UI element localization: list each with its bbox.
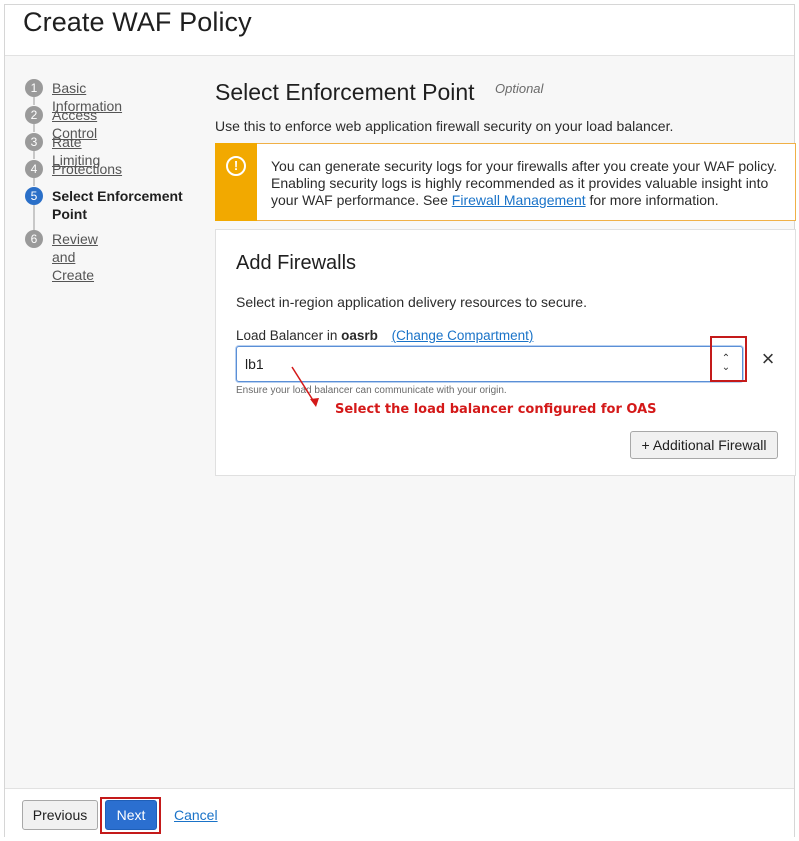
- change-compartment-link[interactable]: (Change Compartment): [392, 328, 534, 343]
- annotation-text: Select the load balancer configured for …: [335, 402, 657, 417]
- step-number: 5: [25, 187, 43, 205]
- page-title: Create WAF Policy: [23, 7, 252, 37]
- load-balancer-label: Load Balancer in oasrb (Change Compartme…: [236, 328, 533, 343]
- step-number: 2: [25, 106, 43, 124]
- card-title: Add Firewalls: [236, 252, 357, 274]
- remove-firewall-icon[interactable]: ×: [758, 348, 778, 370]
- alert-stripe: !: [215, 143, 257, 221]
- highlight-box: [710, 336, 747, 382]
- previous-button[interactable]: Previous: [22, 800, 98, 830]
- cancel-link[interactable]: Cancel: [174, 807, 218, 823]
- additional-firewall-button[interactable]: + Additional Firewall: [630, 431, 778, 459]
- step-number: 4: [25, 160, 43, 178]
- firewall-management-link[interactable]: Firewall Management: [452, 192, 586, 208]
- step-number: 1: [25, 79, 43, 97]
- step-label[interactable]: Review and Create: [52, 230, 98, 284]
- optional-tag: Optional: [495, 81, 544, 96]
- step-number: 6: [25, 230, 43, 248]
- step-connector: [33, 178, 35, 186]
- section-title: Select Enforcement Point: [215, 79, 475, 105]
- alert-text: You can generate security logs for your …: [271, 158, 791, 209]
- section-description: Use this to enforce web application fire…: [215, 118, 674, 134]
- step-number: 3: [25, 133, 43, 151]
- alert-text-after: for more information.: [585, 192, 719, 208]
- compartment-name: oasrb: [341, 328, 378, 343]
- panel-footer: Previous Next Cancel: [5, 788, 794, 837]
- step-label[interactable]: Protections: [52, 160, 122, 178]
- field-label-text: Load Balancer in: [236, 328, 342, 343]
- annotation-arrow: [291, 366, 319, 407]
- panel-header: Create WAF Policy: [5, 5, 794, 56]
- field-hint: Ensure your load balancer can communicat…: [236, 385, 507, 396]
- step-label-current: Select Enforcement Point: [52, 188, 183, 222]
- warning-icon: !: [226, 156, 246, 176]
- step-select-enforcement-point: 5 Select Enforcement Point: [25, 187, 192, 223]
- add-firewalls-card: Add Firewalls Select in-region applicati…: [215, 229, 796, 476]
- step-review-and-create[interactable]: 6 Review and Create: [25, 230, 98, 284]
- warning-alert: ! You can generate security logs for you…: [215, 143, 796, 221]
- next-button[interactable]: Next: [105, 800, 157, 830]
- selected-value: lb1: [245, 356, 264, 372]
- card-subtitle: Select in-region application delivery re…: [236, 294, 587, 310]
- step-protections[interactable]: 4 Protections: [25, 160, 122, 178]
- waf-policy-panel: Create WAF Policy 1 Basic Information 2 …: [4, 4, 796, 837]
